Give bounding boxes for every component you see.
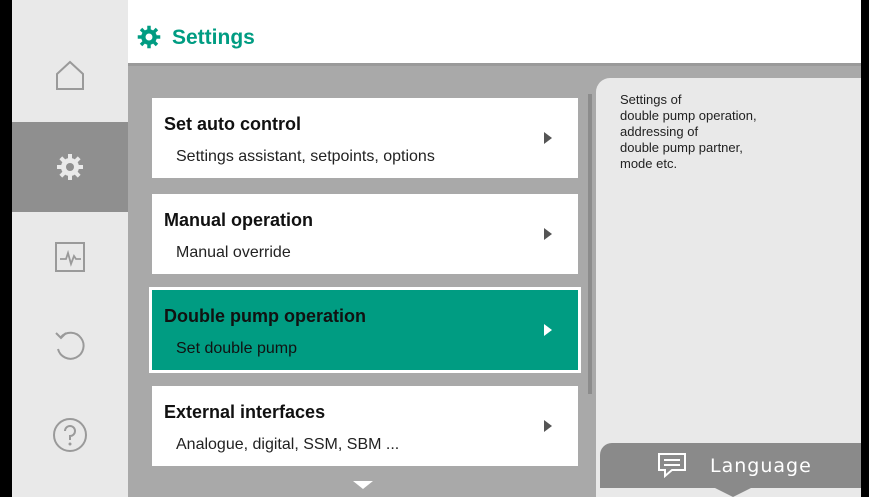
chevron-right-icon xyxy=(544,132,552,144)
language-label: Language xyxy=(710,455,812,477)
sidebar xyxy=(12,0,128,497)
menu-item-title: External interfaces xyxy=(164,402,326,422)
chevron-right-icon xyxy=(544,324,552,336)
menu-item-set-auto-control[interactable]: Set auto control Settings assistant, set… xyxy=(152,98,578,178)
menu-item-external-interfaces[interactable]: External interfaces Analogue, digital, S… xyxy=(152,386,578,466)
chevron-right-icon xyxy=(544,420,552,432)
menu-item-double-pump-operation[interactable]: Double pump operation Set double pump xyxy=(149,287,581,373)
menu-item-subtitle: Manual override xyxy=(176,244,291,261)
help-icon xyxy=(53,418,87,452)
scrollbar[interactable] xyxy=(588,94,592,394)
gear-icon xyxy=(137,25,161,49)
menu-item-subtitle: Analogue, digital, SSM, SBM ... xyxy=(176,436,400,453)
menu-item-title: Double pump operation xyxy=(164,306,366,326)
home-icon xyxy=(56,60,84,90)
scroll-down-icon xyxy=(353,481,373,489)
chevron-right-icon xyxy=(544,228,552,240)
nav-home[interactable] xyxy=(12,30,128,120)
content-area: Set auto control Settings assistant, set… xyxy=(128,66,861,497)
menu-item-manual-operation[interactable]: Manual operation Manual override xyxy=(152,194,578,274)
nav-settings[interactable] xyxy=(12,122,128,212)
page-title: Settings xyxy=(172,26,255,49)
header: Settings xyxy=(128,0,861,66)
nav-diagnostics[interactable] xyxy=(12,212,128,302)
bezel-left xyxy=(0,0,12,497)
language-button[interactable]: Language xyxy=(600,443,861,488)
help-text: Settings of double pump operation, addre… xyxy=(620,92,757,171)
bezel-right xyxy=(861,0,869,497)
speech-bubble-icon xyxy=(658,453,686,478)
pulse-icon xyxy=(55,242,85,272)
help-panel: Settings of double pump operation, addre… xyxy=(596,78,861,497)
menu-item-subtitle: Set double pump xyxy=(176,340,297,357)
language-notch xyxy=(715,488,751,497)
nav-restore[interactable] xyxy=(12,300,128,390)
gear-icon xyxy=(57,154,83,180)
menu-item-title: Manual operation xyxy=(164,210,314,230)
menu-item-subtitle: Settings assistant, setpoints, options xyxy=(176,148,435,165)
screen: Settings Set auto control Settings assis… xyxy=(0,0,869,497)
menu-item-title: Set auto control xyxy=(164,114,302,134)
undo-icon xyxy=(55,331,85,360)
nav-help[interactable] xyxy=(12,390,128,480)
